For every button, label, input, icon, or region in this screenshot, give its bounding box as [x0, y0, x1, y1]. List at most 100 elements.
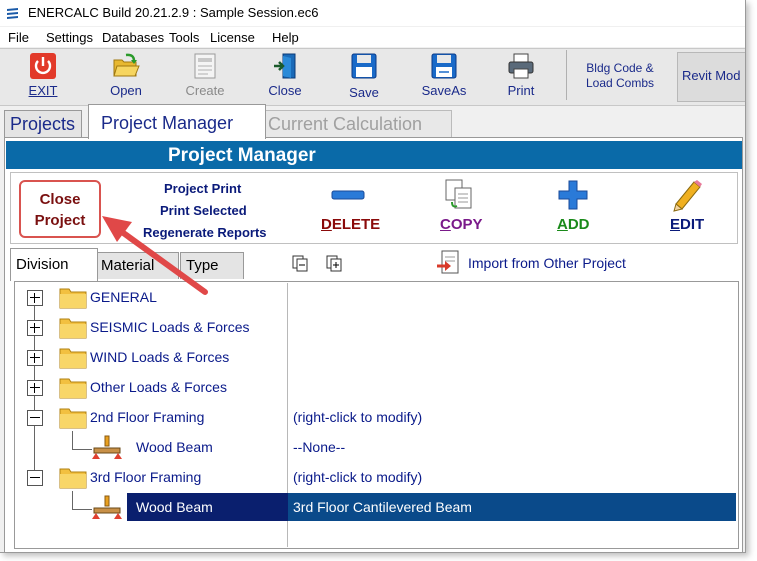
- folder-icon: [59, 468, 87, 489]
- bldg-code-line2: Load Combs: [585, 76, 655, 90]
- expand-all-icon[interactable]: [325, 254, 343, 272]
- bldg-code-label: Bldg Code & Load Combs: [572, 61, 668, 91]
- tree-item-general[interactable]: GENERAL: [90, 289, 157, 305]
- menu-help[interactable]: Help: [272, 30, 299, 45]
- collapse-3rd-floor-button[interactable]: [27, 470, 43, 486]
- exit-button[interactable]: EXIT: [7, 50, 79, 102]
- add-button[interactable]: ADD: [557, 216, 590, 233]
- print-button[interactable]: Print: [485, 50, 557, 102]
- tree-item-seismic[interactable]: SEISMIC Loads & Forces: [90, 319, 250, 335]
- open-folder-icon: [113, 53, 140, 77]
- app-window: ENERCALC Build 20.21.2.9 : Sample Sessio…: [0, 0, 746, 553]
- folder-icon: [59, 348, 87, 369]
- beam-icon: [92, 435, 122, 459]
- folder-icon: [59, 378, 87, 399]
- expand-seismic-button[interactable]: [27, 320, 43, 336]
- import-from-other-project-link[interactable]: Import from Other Project: [468, 255, 626, 271]
- tree-connector: [72, 431, 73, 449]
- bldg-code-line1: Bldg Code &: [586, 61, 654, 75]
- folder-icon: [59, 288, 87, 309]
- folder-icon: [59, 318, 87, 339]
- save-button[interactable]: Save: [328, 50, 400, 102]
- copy-hotkey: C: [440, 216, 451, 233]
- menu-databases[interactable]: Databases: [102, 30, 164, 45]
- tab-projects[interactable]: Projects: [4, 110, 82, 137]
- copy-pages-icon[interactable]: [443, 178, 475, 210]
- close-button[interactable]: Close: [249, 50, 321, 102]
- print-label: Print: [507, 83, 535, 98]
- tree-item-wood-beam-2nd[interactable]: Wood Beam: [136, 439, 213, 455]
- exit-label: EXIT: [28, 83, 58, 98]
- menu-settings[interactable]: Settings: [46, 30, 93, 45]
- close-project-line1: Close: [39, 191, 81, 208]
- open-label: Open: [110, 83, 142, 98]
- tree-connector: [72, 509, 92, 510]
- tab-division-label: Division: [16, 256, 69, 273]
- save-label: Save: [349, 85, 379, 100]
- import-icon[interactable]: [436, 250, 464, 276]
- power-icon: [30, 53, 56, 79]
- tree-connector: [72, 491, 73, 509]
- tree-item-wind[interactable]: WIND Loads & Forces: [90, 349, 229, 365]
- tree-note-3rd-floor: (right-click to modify): [293, 469, 423, 485]
- tree-item-wood-beam-3rd[interactable]: Wood Beam: [136, 499, 213, 515]
- create-button[interactable]: Create: [169, 50, 241, 102]
- close-project-button[interactable]: Close Project: [19, 180, 101, 238]
- command-panel: [10, 172, 738, 244]
- project-print-link[interactable]: Project Print: [164, 181, 241, 196]
- folder-icon: [59, 408, 87, 429]
- copy-button[interactable]: COPY: [440, 216, 483, 233]
- edit-button[interactable]: EDIT: [670, 216, 704, 233]
- menu-tools[interactable]: Tools: [169, 30, 199, 45]
- printer-icon: [508, 53, 534, 79]
- open-button[interactable]: Open: [90, 50, 162, 102]
- tree-connector: [72, 449, 92, 450]
- floppy-disk-icon: [431, 53, 457, 79]
- tab-type-label: Type: [186, 257, 219, 274]
- close-project-line2: Project: [34, 212, 86, 229]
- tab-project-manager[interactable]: Project Manager: [88, 104, 266, 139]
- tree-item-2nd-floor-framing[interactable]: 2nd Floor Framing: [90, 409, 204, 425]
- tab-material-label: Material: [101, 257, 155, 274]
- delete-hotkey: D: [321, 216, 332, 233]
- tab-projects-label: Projects: [10, 114, 76, 134]
- window-title: ENERCALC Build 20.21.2.9 : Sample Sessio…: [28, 5, 319, 20]
- menu-license[interactable]: License: [210, 30, 255, 45]
- collapse-all-icon[interactable]: [291, 254, 309, 272]
- close-label: Close: [268, 83, 302, 98]
- tab-division[interactable]: Division: [10, 248, 98, 281]
- regenerate-reports-link[interactable]: Regenerate Reports: [143, 225, 267, 240]
- plus-icon[interactable]: [557, 179, 589, 211]
- saveas-label: SaveAs: [421, 83, 467, 98]
- expand-general-button[interactable]: [27, 290, 43, 306]
- revit-label: Revit Mod: [682, 68, 741, 83]
- add-hotkey: A: [557, 216, 568, 233]
- page-header: [6, 141, 742, 169]
- add-label: DD: [567, 216, 590, 233]
- edit-label: DIT: [680, 216, 705, 233]
- copy-label: OPY: [450, 216, 483, 233]
- tree-note-2nd-floor: (right-click to modify): [293, 409, 423, 425]
- collapse-2nd-floor-button[interactable]: [27, 410, 43, 426]
- tree-note-wood-beam-3rd: 3rd Floor Cantilevered Beam: [293, 499, 472, 515]
- tab-type[interactable]: Type: [180, 252, 244, 279]
- saveas-button[interactable]: SaveAs: [408, 50, 480, 102]
- tab-project-manager-label: Project Manager: [101, 113, 234, 133]
- delete-button[interactable]: DELETE: [321, 216, 380, 233]
- minus-icon[interactable]: [330, 188, 366, 202]
- print-selected-link[interactable]: Print Selected: [160, 203, 247, 218]
- beam-icon: [92, 495, 122, 519]
- tree-note-wood-beam-2nd: --None--: [293, 439, 346, 455]
- expand-other-loads-button[interactable]: [27, 380, 43, 396]
- tree-item-3rd-floor-framing[interactable]: 3rd Floor Framing: [90, 469, 201, 485]
- page-title: Project Manager: [168, 145, 316, 166]
- app-icon: [7, 8, 18, 19]
- tab-material[interactable]: Material: [95, 252, 179, 279]
- expand-wind-button[interactable]: [27, 350, 43, 366]
- delete-label: ELETE: [331, 216, 381, 233]
- create-label: Create: [185, 83, 225, 98]
- tab-current-calculation[interactable]: Current Calculation: [264, 110, 452, 137]
- menu-file[interactable]: File: [8, 30, 29, 45]
- pencil-icon[interactable]: [670, 178, 704, 212]
- tree-item-other-loads[interactable]: Other Loads & Forces: [90, 379, 227, 395]
